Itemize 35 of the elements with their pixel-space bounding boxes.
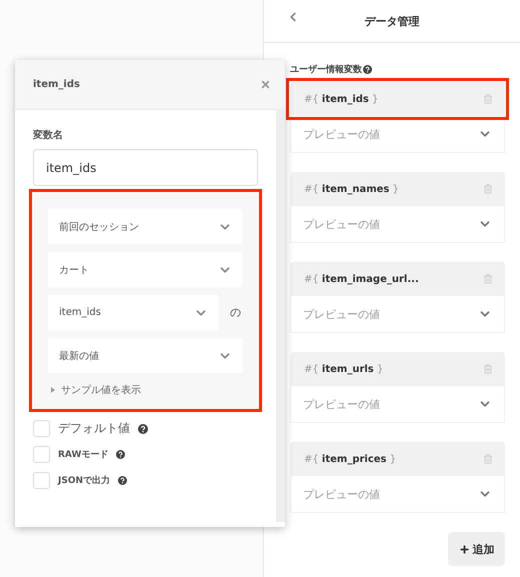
checkbox[interactable] xyxy=(33,446,50,463)
variable-name: #{ item_image_url... xyxy=(304,274,419,284)
delete-icon[interactable] xyxy=(483,364,493,374)
help-icon[interactable] xyxy=(118,476,128,485)
field-label: 変数名 xyxy=(33,128,64,142)
close-button[interactable] xyxy=(260,79,271,90)
add-button[interactable]: 追加 xyxy=(448,532,505,566)
delete-icon[interactable] xyxy=(483,274,493,284)
variable-name: #{ item_names } xyxy=(304,184,399,194)
delete-icon[interactable] xyxy=(483,184,493,194)
checkbox[interactable] xyxy=(33,420,50,437)
variable-name: #{ item_urls } xyxy=(304,364,384,374)
dialog-title: item_ids xyxy=(33,79,80,90)
variable-name: #{ item_ids } xyxy=(304,94,378,104)
variable-name-field[interactable]: item_ids xyxy=(33,149,258,186)
source-select[interactable]: カート xyxy=(48,252,242,287)
source-select[interactable]: item_ids xyxy=(48,295,218,330)
particle-text: の xyxy=(230,305,241,320)
delete-icon[interactable] xyxy=(483,454,493,464)
source-select[interactable]: 前回のセッション xyxy=(48,209,242,244)
help-icon[interactable] xyxy=(363,65,372,74)
checkbox[interactable] xyxy=(33,472,50,489)
option-label: デフォルト値 xyxy=(58,420,130,437)
plus-icon xyxy=(458,544,470,554)
option-label: RAWモード xyxy=(58,449,108,461)
sample-toggle[interactable]: サンプル値を表示 xyxy=(48,383,243,397)
help-icon[interactable] xyxy=(116,450,126,459)
section-label: ユーザー情報変数 xyxy=(290,63,362,76)
delete-icon[interactable] xyxy=(483,94,493,104)
source-select[interactable]: 最新の値 xyxy=(48,338,242,373)
help-icon[interactable] xyxy=(138,424,148,434)
variable-name: #{ item_prices } xyxy=(304,454,396,464)
caret-right-icon xyxy=(50,387,56,393)
option-label: JSONで出力 xyxy=(58,474,110,487)
panel-title: データ管理 xyxy=(364,14,420,28)
